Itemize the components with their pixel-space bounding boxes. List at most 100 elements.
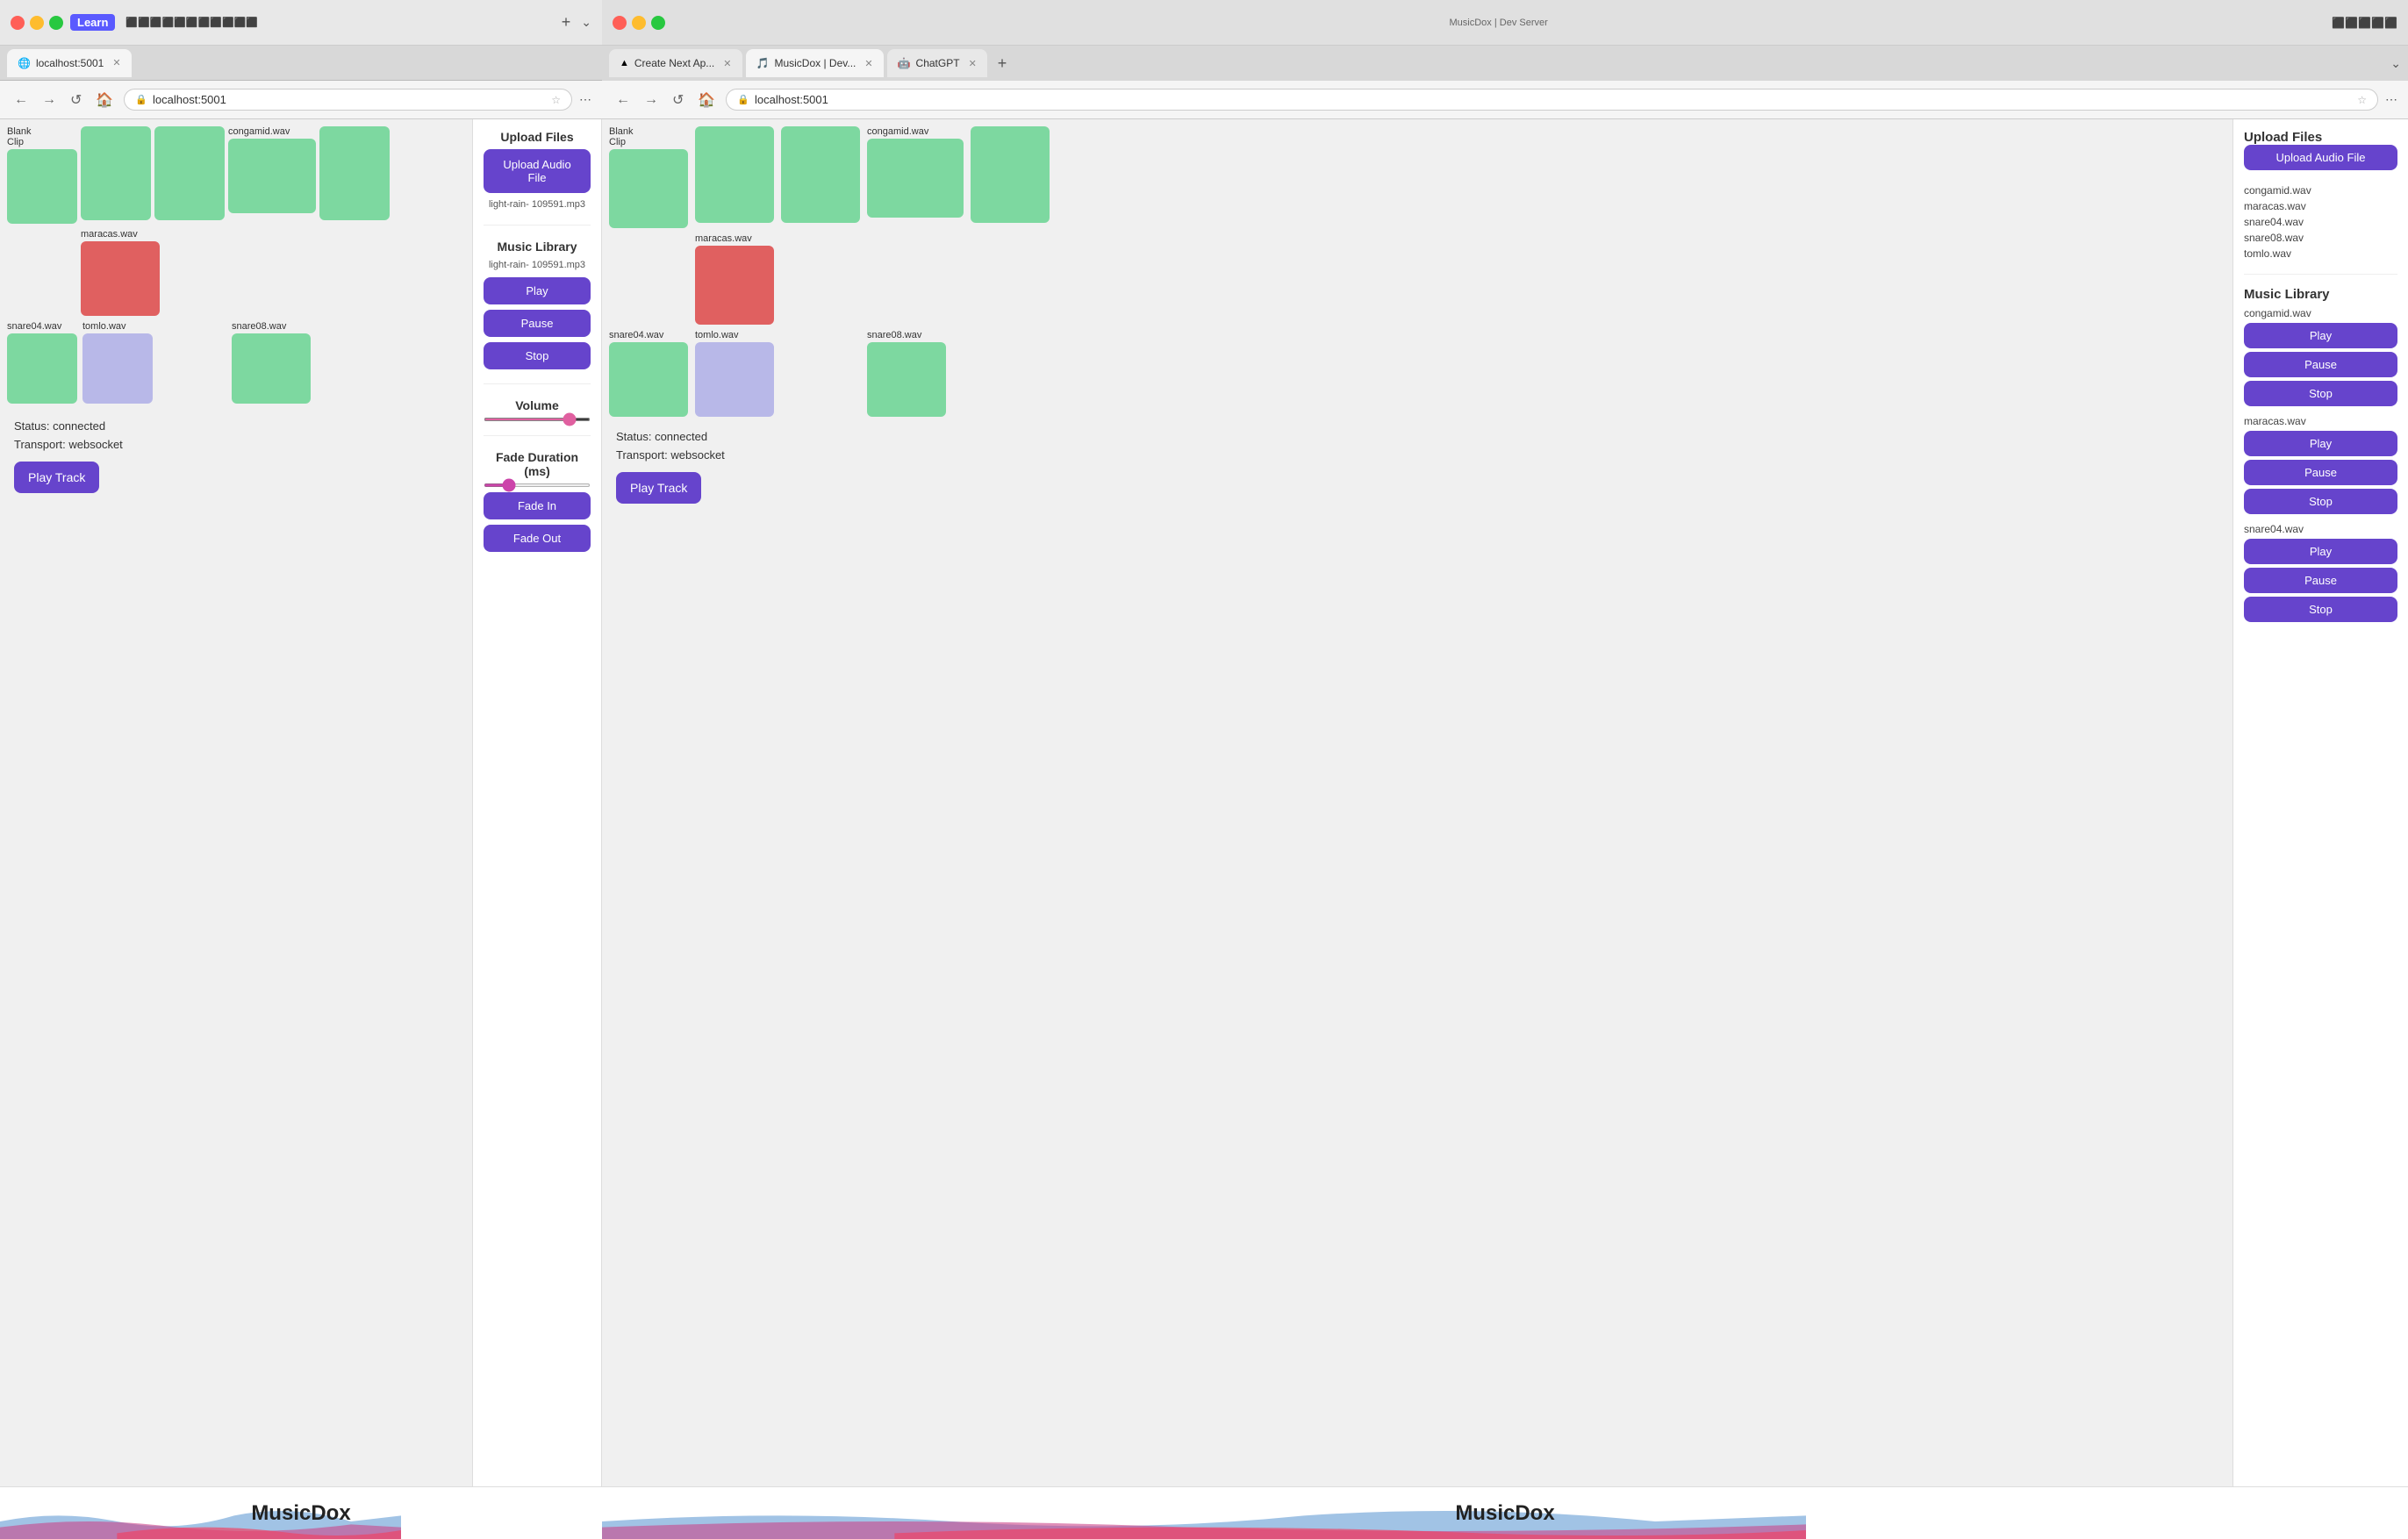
- close-button[interactable]: [11, 16, 25, 30]
- right-drum-pad-5[interactable]: [971, 126, 1050, 223]
- drum-pad-congamid[interactable]: [228, 139, 316, 213]
- drum-pad-snare08[interactable]: [232, 333, 311, 404]
- right-drum-pad-maracas[interactable]: [695, 246, 774, 325]
- play-button[interactable]: Play: [484, 277, 591, 304]
- left-play-track-button[interactable]: Play Track: [14, 462, 99, 493]
- volume-slider[interactable]: [484, 418, 591, 421]
- right-track-1-play[interactable]: Play: [2244, 323, 2397, 348]
- right-tab-bar: ▲ Create Next Ap... ✕ 🎵 MusicDox | Dev..…: [602, 46, 2408, 81]
- address-input[interactable]: 🔒 localhost:5001 ☆: [124, 89, 572, 111]
- pad-label-congamid: congamid.wav: [228, 126, 290, 137]
- right-track-snare04: snare04.wav Play Pause Stop: [2244, 523, 2397, 626]
- right-track-2-pause[interactable]: Pause: [2244, 460, 2397, 485]
- drum-pad-snare04[interactable]: [7, 333, 77, 404]
- file-item-maracas: maracas.wav: [2244, 198, 2397, 214]
- right-home-button[interactable]: 🏠: [694, 89, 719, 111]
- right-track-1-pause[interactable]: Pause: [2244, 352, 2397, 377]
- stop-button[interactable]: Stop: [484, 342, 591, 369]
- right-bookmark-icon[interactable]: ☆: [2357, 94, 2367, 106]
- tab-localhost[interactable]: 🌐 localhost:5001 ✕: [7, 49, 132, 77]
- divider-2: [484, 383, 591, 384]
- right-drum-pad-snare08[interactable]: [867, 342, 946, 417]
- file-item-snare08: snare08.wav: [2244, 230, 2397, 246]
- current-file-label: light-rain- 109591.mp3: [484, 198, 591, 211]
- right-drum-pad-congamid[interactable]: [867, 139, 964, 218]
- right-new-tab-button[interactable]: +: [991, 54, 1014, 73]
- right-titlebar-label: MusicDox | Dev Server: [1450, 18, 1548, 28]
- traffic-lights: [11, 16, 63, 30]
- back-button[interactable]: ←: [11, 90, 32, 110]
- drum-pad-maracas[interactable]: [81, 241, 160, 316]
- right-drum-pad-blank[interactable]: [609, 149, 688, 228]
- right-play-track-button[interactable]: Play Track: [616, 472, 701, 504]
- minimize-button[interactable]: [30, 16, 44, 30]
- left-footer: MusicDox: [0, 1486, 602, 1539]
- center-panel: Upload Files Upload Audio File light-rai…: [472, 119, 602, 1486]
- right-minimize-button[interactable]: [632, 16, 646, 30]
- right-track-2-stop[interactable]: Stop: [2244, 489, 2397, 514]
- new-tab-button[interactable]: +: [562, 13, 571, 32]
- left-tab-bar: 🌐 localhost:5001 ✕: [0, 46, 602, 81]
- upload-audio-button[interactable]: Upload Audio File: [484, 149, 591, 193]
- right-reload-button[interactable]: ↺: [669, 89, 687, 111]
- drum-pad-3[interactable]: [154, 126, 225, 220]
- drum-pad-tomlo[interactable]: [82, 333, 153, 404]
- fade-in-button[interactable]: Fade In: [484, 492, 591, 519]
- right-maximize-button[interactable]: [651, 16, 665, 30]
- tab-favicon: 🌐: [18, 57, 31, 69]
- right-drum-pad-tomlo[interactable]: [695, 342, 774, 417]
- right-drum-pad-3[interactable]: [781, 126, 860, 223]
- right-drum-pad-snare04[interactable]: [609, 342, 688, 417]
- tab-close-nextapp[interactable]: ✕: [723, 58, 731, 69]
- right-pad-empty-1: [609, 233, 688, 312]
- right-track-3-play[interactable]: Play: [2244, 539, 2397, 564]
- right-address-input[interactable]: 🔒 localhost:5001 ☆: [726, 89, 2378, 111]
- right-divider-1: [2244, 274, 2397, 275]
- learn-badge[interactable]: Learn: [70, 14, 115, 31]
- fade-slider-container: [484, 483, 591, 487]
- tab-chatgpt[interactable]: 🤖 ChatGPT ✕: [887, 49, 987, 77]
- right-close-button[interactable]: [613, 16, 627, 30]
- upload-section: Upload Files Upload Audio File light-rai…: [484, 130, 591, 211]
- tab-close-icon[interactable]: ✕: [112, 57, 120, 68]
- home-button[interactable]: 🏠: [92, 89, 117, 111]
- right-track-3-pause[interactable]: Pause: [2244, 568, 2397, 593]
- drum-pad-5[interactable]: [319, 126, 390, 220]
- file-item-congamid: congamid.wav: [2244, 183, 2397, 198]
- right-music-lib-title: Music Library: [2244, 287, 2397, 302]
- left-titlebar: Learn ⬛⬛⬛⬛⬛⬛⬛⬛⬛⬛⬛ + ⌄: [0, 0, 602, 46]
- pause-button[interactable]: Pause: [484, 310, 591, 337]
- right-tab-chevron[interactable]: ⌄: [2390, 56, 2401, 71]
- right-pad-label-clip: Clip: [609, 137, 626, 147]
- tab-create-next-app[interactable]: ▲ Create Next Ap... ✕: [609, 49, 742, 77]
- right-drum-row-1: Blank Clip congamid.wav: [609, 126, 2225, 228]
- right-upload-audio-button[interactable]: Upload Audio File: [2244, 145, 2397, 170]
- fade-slider[interactable]: [484, 483, 591, 487]
- right-forward-button[interactable]: →: [641, 90, 662, 110]
- right-extensions-icon: ⋯: [2385, 92, 2397, 107]
- fade-out-button[interactable]: Fade Out: [484, 525, 591, 552]
- right-pad-label-blank: Blank: [609, 126, 634, 137]
- right-track-3-stop[interactable]: Stop: [2244, 597, 2397, 622]
- right-track-2-play[interactable]: Play: [2244, 431, 2397, 456]
- right-drum-row-3: snare04.wav tomlo.wav snare08.wav: [609, 330, 2225, 418]
- right-upload-title: Upload Files: [2244, 130, 2397, 145]
- forward-button[interactable]: →: [39, 90, 60, 110]
- drum-pad-2[interactable]: [81, 126, 151, 220]
- drum-pad-blank-clip[interactable]: [7, 149, 77, 224]
- tab-musicdox-dev[interactable]: 🎵 MusicDox | Dev... ✕: [746, 49, 884, 77]
- pad-label-snare04: snare04.wav: [7, 321, 61, 332]
- right-pad-label-snare08: snare08.wav: [867, 330, 921, 340]
- tab-favicon-musicdox: 🎵: [756, 57, 770, 69]
- fade-title: Fade Duration (ms): [484, 450, 591, 478]
- tab-close-chatgpt[interactable]: ✕: [969, 58, 977, 69]
- right-status-area: Status: connected Transport: websocket P…: [609, 421, 2225, 511]
- tab-close-musicdox[interactable]: ✕: [864, 58, 872, 69]
- right-drum-pad-2[interactable]: [695, 126, 774, 223]
- chevron-down-icon[interactable]: ⌄: [581, 15, 591, 30]
- bookmark-icon[interactable]: ☆: [551, 94, 561, 106]
- reload-button[interactable]: ↺: [67, 89, 85, 111]
- right-track-1-stop[interactable]: Stop: [2244, 381, 2397, 406]
- maximize-button[interactable]: [49, 16, 63, 30]
- right-back-button[interactable]: ←: [613, 90, 634, 110]
